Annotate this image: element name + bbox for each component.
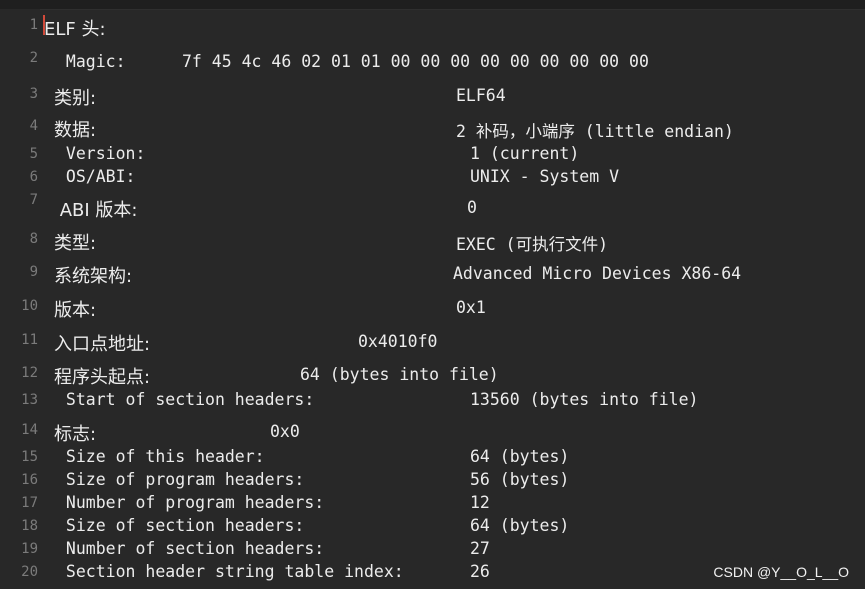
line-value: 64 (bytes into file) (300, 365, 499, 384)
line-value: 7f 45 4c 46 02 01 01 00 00 00 00 00 00 0… (182, 52, 649, 71)
line-label: Number of program headers: (56, 493, 325, 512)
line-value: 64 (bytes) (470, 447, 570, 466)
line-value: 0x4010f0 (358, 332, 438, 351)
code-line[interactable]: 12 程序头起点: 64 (bytes into file) (0, 363, 865, 388)
line-number: 12 (21, 365, 38, 381)
line-number: 18 (21, 518, 38, 534)
line-label: 入口点地址: (54, 334, 151, 355)
code-line[interactable]: 19 Number of section headers: 27 (0, 539, 865, 561)
line-value: ELF64 (456, 86, 506, 105)
code-line[interactable]: 15 Size of this header: 64 (bytes) (0, 447, 865, 469)
line-value: 1 (current) (470, 144, 580, 163)
code-line[interactable]: 6 OS/ABI: UNIX - System V (0, 167, 865, 189)
line-number: 16 (21, 472, 38, 488)
line-label: OS/ABI: (56, 167, 136, 186)
line-number: 17 (21, 495, 38, 511)
line-value: 2 补码，小端序 (little endian) (456, 122, 734, 141)
code-line[interactable]: 13 Start of section headers: 13560 (byte… (0, 390, 865, 412)
code-line[interactable]: 10 版本: 0x1 (0, 296, 865, 321)
line-value: 56 (bytes) (470, 470, 570, 489)
line-label: ABI 版本: (54, 200, 138, 221)
line-number: 11 (21, 332, 38, 348)
code-line[interactable]: 16 Size of program headers: 56 (bytes) (0, 470, 865, 492)
line-value: 26 (470, 562, 490, 581)
code-line[interactable]: 11 入口点地址: 0x4010f0 (0, 330, 865, 355)
line-number: 20 (21, 564, 38, 580)
code-line[interactable]: 18 Size of section headers: 64 (bytes) (0, 516, 865, 538)
line-number: 9 (29, 264, 38, 280)
line-number: 5 (29, 146, 38, 162)
code-line[interactable]: 3 类别: ELF64 (0, 84, 865, 109)
text-editor[interactable]: 1 ELF 头: 2 Magic: 7f 45 4c 46 02 01 01 0… (0, 0, 865, 589)
code-line[interactable]: 1 ELF 头: (0, 15, 865, 40)
line-label: Size of section headers: (56, 516, 305, 535)
line-label: Magic: (56, 52, 126, 71)
line-label: 类型: (54, 233, 97, 254)
line-label: 标志: (54, 424, 97, 445)
line-number: 6 (29, 169, 38, 185)
line-label: 系统架构: (54, 266, 133, 287)
line-value: 0x1 (456, 298, 486, 317)
line-number: 3 (29, 86, 38, 102)
code-line[interactable]: 4 数据: 2 补码，小端序 (little endian) (0, 116, 865, 141)
line-value: 0 (467, 198, 477, 217)
csdn-watermark: CSDN @Y__O_L__O (713, 564, 849, 580)
code-line[interactable]: 5 Version: 1 (current) (0, 144, 865, 166)
line-label: ELF 头: (44, 19, 106, 40)
line-label: 版本: (54, 300, 97, 321)
line-value: 0x0 (270, 422, 300, 441)
code-line[interactable]: 7 ABI 版本: 0 (0, 192, 865, 221)
line-label: Size of this header: (56, 447, 265, 466)
line-value: 13560 (bytes into file) (470, 390, 699, 409)
code-line[interactable]: 17 Number of program headers: 12 (0, 493, 865, 515)
line-value: UNIX - System V (470, 167, 620, 186)
line-number: 2 (29, 50, 38, 66)
code-line[interactable]: 14 标志: 0x0 (0, 420, 865, 445)
line-label: 程序头起点: (54, 367, 151, 388)
line-number: 15 (21, 449, 38, 465)
line-value: 12 (470, 493, 490, 512)
code-line[interactable]: 8 类型: EXEC (可执行文件) (0, 229, 865, 254)
line-value: EXEC (可执行文件) (456, 235, 609, 254)
code-line[interactable]: 9 系统架构: Advanced Micro Devices X86-64 (0, 262, 865, 287)
line-number: 13 (21, 392, 38, 408)
line-label: Section header string table index: (56, 562, 404, 581)
line-number: 7 (29, 192, 38, 208)
line-number: 10 (21, 298, 38, 314)
line-label: Number of section headers: (56, 539, 325, 558)
line-number: 14 (21, 422, 38, 438)
line-value: 27 (470, 539, 490, 558)
code-line[interactable]: 2 Magic: 7f 45 4c 46 02 01 01 00 00 00 0… (0, 50, 865, 74)
line-number: 19 (21, 541, 38, 557)
line-label: Version: (56, 144, 146, 163)
editor-top-bar (0, 0, 865, 10)
line-label: 类别: (54, 88, 97, 109)
line-number: 8 (29, 231, 38, 247)
line-label: 数据: (54, 120, 97, 141)
line-number: 1 (29, 17, 38, 33)
line-number: 4 (29, 118, 38, 134)
line-label: Size of program headers: (56, 470, 305, 489)
line-label: Start of section headers: (56, 390, 315, 409)
line-value: 64 (bytes) (470, 516, 570, 535)
line-value: Advanced Micro Devices X86-64 (453, 264, 742, 283)
